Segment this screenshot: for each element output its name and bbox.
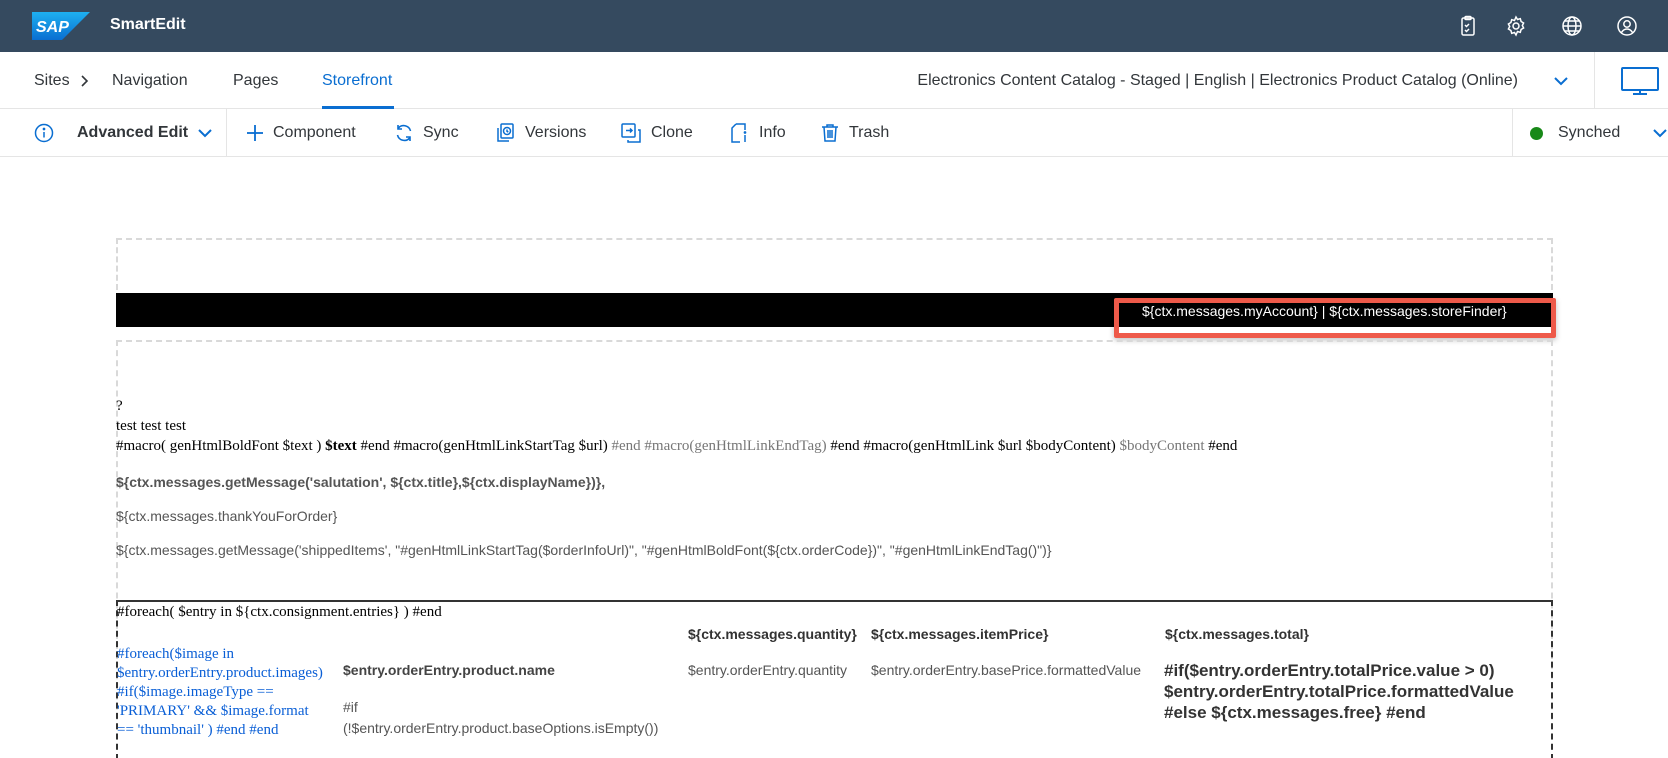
sync-label: Sync bbox=[423, 124, 459, 141]
user-icon[interactable] bbox=[1615, 14, 1639, 38]
foreach-entries-text: #foreach( $entry in ${ctx.consignment.en… bbox=[117, 604, 442, 620]
versions-button[interactable]: Versions bbox=[494, 109, 586, 157]
sync-status[interactable]: Synched bbox=[1530, 109, 1620, 157]
trash-label: Trash bbox=[849, 124, 890, 141]
navigation-bar: Sites Navigation Pages Storefront Electr… bbox=[0, 52, 1668, 109]
product-name-cell: $entry.orderEntry.product.name bbox=[343, 662, 555, 678]
sync-icon bbox=[396, 124, 412, 142]
versions-label: Versions bbox=[525, 124, 587, 141]
sync-status-dot bbox=[1530, 126, 1543, 140]
tab-pages[interactable]: Pages bbox=[233, 72, 278, 90]
info-button[interactable]: Info bbox=[730, 109, 786, 157]
breadcrumb-sites[interactable]: Sites bbox=[34, 72, 70, 90]
macro-a: #macro( genHtmlBoldFont $text ) bbox=[116, 438, 326, 454]
sap-logo[interactable]: SAP bbox=[32, 12, 90, 40]
edit-toolbar: Advanced Edit Component Sync Versions Cl… bbox=[0, 109, 1668, 157]
image-loop-link[interactable]: #foreach($image in $entry.orderEntry.pro… bbox=[117, 645, 323, 740]
shell-bar: SAP SmartEdit bbox=[0, 0, 1668, 52]
test-text: test test test bbox=[116, 418, 186, 434]
base-price-cell: $entry.orderEntry.basePrice.formattedVal… bbox=[871, 662, 1142, 678]
settings-icon[interactable] bbox=[1504, 14, 1528, 38]
macro-f: $bodyContent bbox=[1119, 438, 1205, 454]
sync-button[interactable]: Sync bbox=[394, 109, 459, 157]
trash-button[interactable]: Trash bbox=[820, 109, 889, 157]
total-line: #if($entry.orderEntry.totalPrice.value >… bbox=[1164, 661, 1495, 680]
image-loop-line: #foreach($image in bbox=[117, 646, 235, 662]
catalog-version-selector[interactable]: Electronics Content Catalog - Staged | E… bbox=[917, 72, 1518, 90]
salutation-text: ${ctx.messages.getMessage('salutation', … bbox=[116, 474, 606, 490]
thank-you-text: ${ctx.messages.thankYouForOrder} bbox=[116, 508, 338, 524]
info-label: Info bbox=[759, 124, 786, 141]
chevron-down-icon bbox=[198, 129, 212, 138]
clipboard-icon[interactable] bbox=[1456, 14, 1480, 38]
versions-icon bbox=[497, 123, 514, 142]
desktop-preview-icon[interactable] bbox=[1620, 66, 1660, 96]
item-price-header: ${ctx.messages.itemPrice} bbox=[871, 626, 1049, 642]
question-mark-text: ? bbox=[116, 398, 123, 414]
image-loop-line: == 'thumbnail' ) #end #end bbox=[117, 722, 279, 738]
image-loop-line: 'PRIMARY' && $image.format bbox=[117, 703, 309, 719]
sap-logo-text: SAP bbox=[36, 19, 69, 36]
toolbar-divider bbox=[226, 109, 227, 157]
breadcrumb-chevron-icon bbox=[81, 75, 89, 87]
component-label: Component bbox=[273, 124, 356, 141]
image-loop-line: #if($image.imageType == bbox=[117, 684, 274, 700]
base-options-cell: #if (!$entry.orderEntry.product.baseOpti… bbox=[343, 697, 658, 739]
sync-status-label: Synched bbox=[1558, 124, 1621, 141]
page-info-icon bbox=[731, 123, 747, 143]
total-price-cell: #if($entry.orderEntry.totalPrice.value >… bbox=[1164, 660, 1514, 723]
total-line: #else ${ctx.messages.free} #end bbox=[1164, 703, 1426, 722]
chevron-down-icon[interactable] bbox=[1652, 125, 1668, 141]
clone-label: Clone bbox=[651, 124, 693, 141]
header-links[interactable]: ${ctx.messages.myAccount} | ${ctx.messag… bbox=[1142, 303, 1507, 319]
email-template-content: ? test test test #macro( genHtmlBoldFont… bbox=[116, 396, 1546, 456]
total-line: $entry.orderEntry.totalPrice.formattedVa… bbox=[1164, 682, 1514, 701]
macro-e: #end #macro(genHtmlLink $url $bodyConten… bbox=[826, 438, 1120, 454]
macro-b: $text bbox=[325, 438, 357, 454]
tab-storefront[interactable]: Storefront bbox=[322, 72, 392, 90]
image-loop-line: $entry.orderEntry.product.images) bbox=[117, 665, 323, 681]
macro-definitions: #macro( genHtmlBoldFont $text ) $text #e… bbox=[116, 436, 1546, 456]
plus-icon bbox=[247, 125, 263, 141]
clone-button[interactable]: Clone bbox=[620, 109, 693, 157]
mode-switcher[interactable]: Advanced Edit bbox=[34, 109, 213, 157]
toolbar-divider bbox=[1512, 109, 1513, 157]
globe-icon[interactable] bbox=[1560, 14, 1584, 38]
base-options-line: #if bbox=[343, 699, 358, 715]
chevron-down-icon[interactable] bbox=[1552, 72, 1570, 90]
macro-g: #end bbox=[1204, 438, 1238, 454]
tab-navigation[interactable]: Navigation bbox=[112, 72, 188, 90]
content-slot-top[interactable] bbox=[116, 238, 1553, 290]
base-options-line: (!$entry.orderEntry.product.baseOptions.… bbox=[343, 720, 659, 736]
trash-icon bbox=[822, 124, 838, 142]
macro-c: #end #macro(genHtmlLinkStartTag $url) bbox=[356, 438, 612, 454]
info-circle-icon[interactable] bbox=[34, 123, 54, 143]
nav-divider bbox=[1594, 52, 1595, 108]
total-header: ${ctx.messages.total} bbox=[1165, 626, 1309, 642]
shipped-items-text: ${ctx.messages.getMessage('shippedItems'… bbox=[116, 542, 1052, 558]
quantity-header: ${ctx.messages.quantity} bbox=[688, 626, 857, 642]
quantity-cell: $entry.orderEntry.quantity bbox=[688, 662, 848, 678]
clone-icon bbox=[621, 123, 641, 143]
macro-d: #end #macro(genHtmlLinkEndTag) bbox=[611, 438, 827, 454]
app-title: SmartEdit bbox=[110, 16, 186, 33]
mode-label: Advanced Edit bbox=[77, 124, 189, 141]
add-component-button[interactable]: Component bbox=[246, 109, 356, 157]
